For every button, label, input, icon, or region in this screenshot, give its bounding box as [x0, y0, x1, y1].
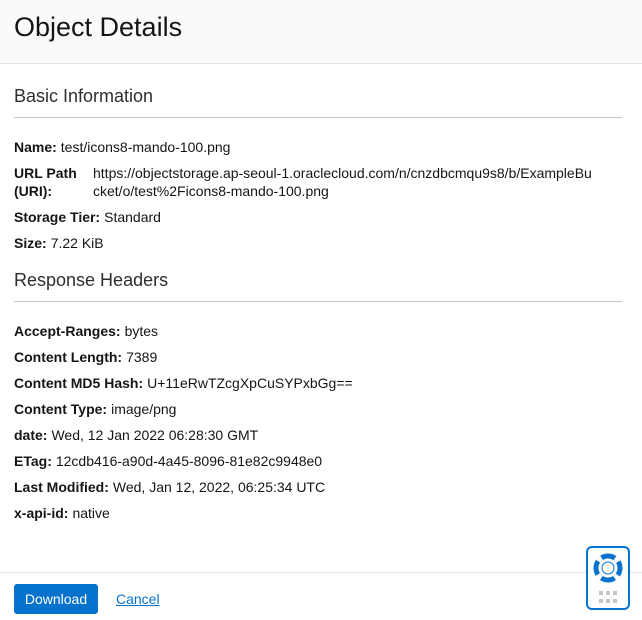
header-value: native [72, 505, 110, 521]
header-row: Accept-Ranges: bytes [14, 322, 622, 340]
name-label: Name: [14, 139, 57, 155]
storage-tier-row: Storage Tier: Standard [14, 208, 622, 226]
page-header: Object Details [0, 0, 642, 64]
response-headers-heading: Response Headers [14, 270, 622, 302]
header-label: Last Modified: [14, 479, 109, 495]
header-row: ETag: 12cdb416-a90d-4a45-8096-81e82c9948… [14, 452, 622, 470]
size-label: Size: [14, 235, 47, 251]
panel-footer: Download Cancel [0, 572, 642, 620]
header-value: 12cdb416-a90d-4a45-8096-81e82c9948e0 [55, 453, 323, 469]
header-value: image/png [111, 401, 177, 417]
header-row: Last Modified: Wed, Jan 12, 2022, 06:25:… [14, 478, 622, 496]
url-path-label: URL Path (URI): [14, 165, 77, 199]
page-title: Object Details [14, 12, 183, 42]
size-value: 7.22 KiB [50, 235, 104, 251]
name-row: Name: test/icons8-mando-100.png [14, 138, 622, 156]
header-row: Content MD5 Hash: U+11eRwTZcgXpCuSYPxbGg… [14, 374, 622, 392]
download-button[interactable]: Download [14, 584, 98, 614]
basic-information-list: Name: test/icons8-mando-100.png URL Path… [14, 118, 622, 270]
header-row: Content Type: image/png [14, 400, 622, 418]
header-label: date: [14, 427, 48, 443]
url-path-value: https://objectstorage.ap-seoul-1.oraclec… [93, 165, 592, 199]
header-value: U+11eRwTZcgXpCuSYPxbGg== [147, 375, 353, 391]
details-content: Basic Information Name: test/icons8-mand… [14, 64, 622, 540]
header-value: 7389 [126, 349, 158, 365]
header-row: date: Wed, 12 Jan 2022 06:28:30 GMT [14, 426, 622, 444]
cancel-link[interactable]: Cancel [116, 591, 160, 607]
header-label: Content MD5 Hash: [14, 375, 144, 391]
url-path-row: URL Path (URI): https://objectstorage.ap… [14, 164, 622, 200]
header-row: Content Length: 7389 [14, 348, 622, 366]
header-value: Wed, 12 Jan 2022 06:28:30 GMT [51, 427, 259, 443]
header-label: ETag: [14, 453, 52, 469]
header-label: Accept-Ranges: [14, 323, 121, 339]
name-value: test/icons8-mando-100.png [60, 139, 231, 155]
header-value: Wed, Jan 12, 2022, 06:25:34 UTC [112, 479, 326, 495]
header-row: x-api-id: native [14, 504, 622, 522]
storage-tier-label: Storage Tier: [14, 209, 101, 225]
response-headers-list: Accept-Ranges: bytes Content Length: 738… [14, 302, 622, 540]
storage-tier-value: Standard [104, 209, 161, 225]
header-label: Content Length: [14, 349, 123, 365]
header-value: bytes [124, 323, 159, 339]
grid-dots-icon [599, 591, 617, 603]
header-label: Content Type: [14, 401, 108, 417]
help-widget[interactable] [586, 546, 630, 610]
lifebuoy-icon [593, 553, 623, 583]
basic-information-heading: Basic Information [14, 64, 622, 118]
header-label: x-api-id: [14, 505, 69, 521]
size-row: Size: 7.22 KiB [14, 234, 622, 252]
